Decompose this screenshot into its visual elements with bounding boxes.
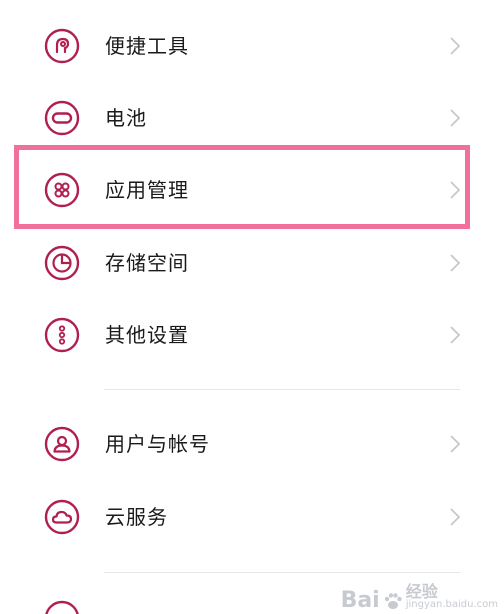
settings-item-label: 电池 (105, 106, 147, 130)
chevron-right-icon (448, 253, 462, 273)
settings-item-label: 云服务 (105, 505, 168, 529)
settings-item-label: 便捷工具 (105, 34, 189, 58)
settings-item-battery[interactable]: 电池 (0, 88, 504, 148)
section-divider (104, 572, 460, 573)
pie-chart-icon (44, 245, 80, 281)
paw-icon (384, 593, 402, 609)
settings-item-cloud-service[interactable]: 云服务 (0, 487, 504, 547)
watermark-text: 经验 (405, 582, 438, 601)
settings-item-users-accounts[interactable]: 用户与帐号 (0, 414, 504, 474)
chevron-right-icon (448, 36, 462, 56)
settings-item-label: 应用管理 (105, 178, 189, 202)
watermark-logo: Bai (340, 588, 380, 613)
chevron-right-icon (448, 325, 462, 345)
settings-item-label: 用户与帐号 (105, 432, 210, 456)
chevron-right-icon (448, 108, 462, 128)
user-icon (44, 426, 80, 462)
settings-item-partial-icon (44, 600, 80, 614)
more-dots-icon (44, 317, 80, 353)
settings-item-convenience-tools[interactable]: 便捷工具 (0, 16, 504, 76)
battery-icon (44, 100, 80, 136)
watermark-subtext: jingyan.baidu.com (405, 599, 498, 610)
apps-grid-icon (44, 172, 80, 208)
settings-item-storage[interactable]: 存储空间 (0, 233, 504, 293)
chevron-right-icon (448, 434, 462, 454)
baidu-watermark: Bai 经验 jingyan.baidu.com (341, 584, 498, 612)
settings-item-label: 存储空间 (105, 251, 189, 275)
settings-item-other-settings[interactable]: 其他设置 (0, 305, 504, 365)
hand-touch-icon (44, 28, 80, 64)
settings-item-app-management[interactable]: 应用管理 (0, 160, 504, 220)
chevron-right-icon (448, 180, 462, 200)
section-divider (104, 389, 460, 390)
settings-item-label: 其他设置 (105, 323, 189, 347)
cloud-icon (44, 499, 80, 535)
chevron-right-icon (448, 507, 462, 527)
